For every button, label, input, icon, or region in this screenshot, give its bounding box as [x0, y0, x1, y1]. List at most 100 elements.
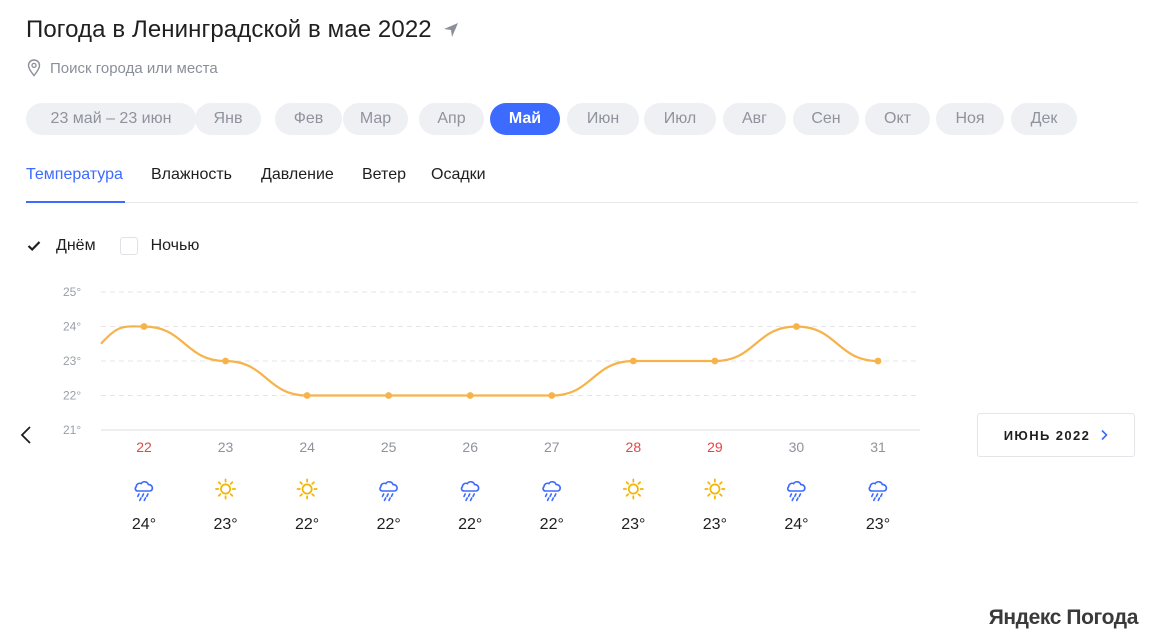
y-tick-label: 25° [63, 285, 81, 299]
month-chip[interactable]: Май [490, 103, 560, 135]
location-arrow-icon[interactable] [442, 21, 460, 39]
rain-drop [388, 497, 391, 502]
month-chip[interactable]: 23 май – 23 июн [26, 103, 196, 135]
y-tick-label: 22° [63, 389, 81, 403]
month-chip[interactable]: Ноя [936, 103, 1004, 135]
rain-drop [793, 493, 797, 498]
metric-tabs: Температура Влажность Давление Ветер Осадки [26, 163, 1138, 203]
temperature-label: 22° [540, 516, 564, 533]
data-point [711, 357, 719, 365]
chevron-right-icon [1101, 429, 1108, 441]
rain-drop [875, 493, 879, 498]
tab[interactable]: Влажность [151, 166, 232, 184]
rain-drop [871, 493, 874, 498]
tab[interactable]: Давление [261, 166, 334, 184]
location-pin-icon [27, 59, 41, 77]
rain-drop [873, 497, 876, 502]
temperature-label: 23° [621, 516, 645, 533]
checkbox-label: Ночью [150, 237, 200, 254]
rain-drop [553, 493, 557, 498]
checkmark-icon [27, 241, 41, 252]
data-point [629, 357, 637, 365]
day-label: 23 [218, 439, 234, 455]
sun-ray [707, 481, 711, 485]
cloud-shape [868, 480, 888, 492]
chevron-left-icon [20, 426, 31, 444]
tab[interactable]: Температура [26, 166, 123, 184]
rain-drop [467, 493, 471, 498]
rain-drop [381, 493, 385, 498]
checkbox-box[interactable] [25, 237, 43, 255]
day-night-toggles: Днём Ночью [25, 237, 223, 255]
data-point [303, 392, 311, 399]
month-chip[interactable]: Фев [275, 103, 342, 135]
month-chip[interactable]: Дек [1011, 103, 1077, 135]
rain-drop [798, 493, 802, 498]
y-tick-label: 21° [63, 423, 81, 437]
rain-drop [877, 497, 881, 502]
sun-ray [229, 481, 234, 485]
temperature-label: 22° [295, 516, 319, 533]
day-label: 29 [707, 439, 723, 455]
brand-logo: Яндекс Погода [988, 606, 1139, 629]
checkbox-box[interactable] [119, 237, 138, 255]
sun-icon [704, 478, 726, 500]
day-label: 24 [299, 439, 315, 455]
tab[interactable]: Осадки [431, 166, 486, 184]
sun-icon [296, 478, 318, 500]
month-chip[interactable]: Апр [419, 103, 484, 135]
temperature-label: 24° [132, 516, 156, 533]
sun-core [301, 483, 313, 495]
sun-ray [625, 481, 630, 485]
data-point [140, 323, 148, 330]
month-chip[interactable]: Июн [567, 103, 639, 135]
month-chip[interactable]: Янв [195, 103, 261, 135]
rain-drop [546, 497, 550, 502]
sun-ray [707, 493, 711, 497]
rain-icon [460, 480, 480, 502]
sun-ray [217, 493, 222, 497]
day-label: 25 [381, 439, 397, 455]
rain-drop [143, 497, 147, 502]
rain-drop [472, 493, 476, 498]
tab[interactable]: Ветер [362, 166, 406, 184]
rain-drop [789, 493, 793, 498]
month-chip[interactable]: Июл [644, 103, 716, 135]
temperature-label: 22° [377, 516, 401, 533]
search-input[interactable] [50, 59, 310, 77]
toggle-checkbox[interactable]: Днём [25, 237, 96, 255]
rain-drop [139, 497, 142, 502]
search-bar[interactable] [27, 59, 310, 77]
month-chip[interactable]: Сен [793, 103, 859, 135]
sun-core [220, 483, 232, 495]
rain-drop [795, 497, 799, 502]
rain-drop [791, 497, 795, 502]
sun-icon [215, 478, 237, 500]
sun-ray [229, 493, 234, 497]
day-label: 27 [544, 439, 560, 455]
month-chip[interactable]: Мар [343, 103, 408, 135]
sun-ray [719, 481, 723, 485]
temperature-label: 24° [784, 516, 808, 533]
data-point [385, 392, 393, 399]
sun-core [627, 483, 639, 495]
page-title: Погода в Ленинградской в мае 2022 [26, 16, 432, 43]
sun-ray [299, 481, 303, 485]
sun-ray [311, 481, 315, 485]
checkbox-label: Днём [56, 237, 96, 254]
rain-drop [390, 493, 394, 498]
day-label: 22 [136, 439, 152, 455]
day-label: 26 [462, 439, 478, 455]
rain-drop [544, 493, 548, 498]
rain-drop [549, 493, 553, 498]
sun-ray [637, 493, 641, 497]
month-chip[interactable]: Авг [723, 103, 786, 135]
active-tab-underline [26, 201, 125, 203]
data-point [222, 357, 229, 365]
previous-month-button[interactable] [14, 421, 38, 449]
temperature-label: 23° [213, 516, 237, 533]
next-month-button[interactable]: ИЮНЬ 2022 [977, 413, 1135, 457]
sun-ray [217, 481, 222, 485]
month-chip[interactable]: Окт [865, 103, 930, 135]
toggle-checkbox[interactable]: Ночью [119, 237, 200, 255]
